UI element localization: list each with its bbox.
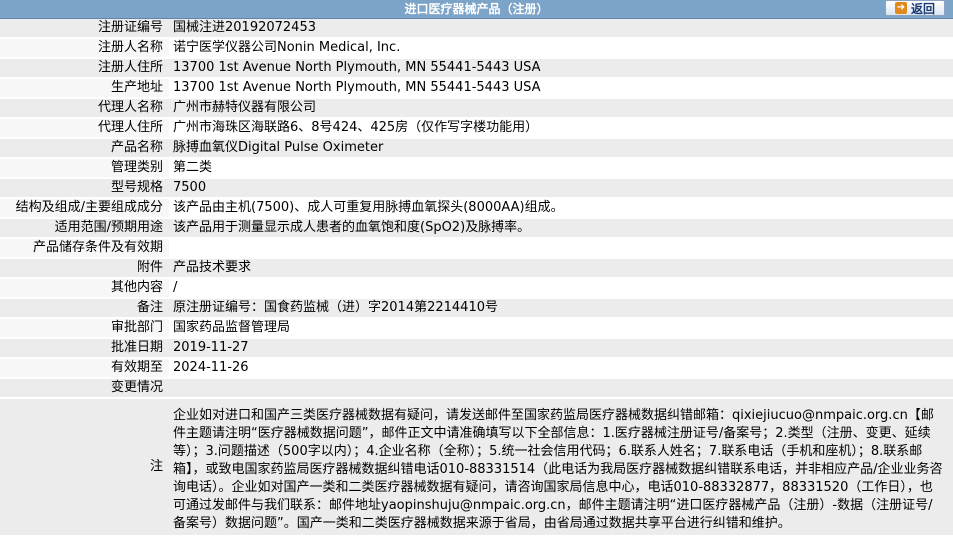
field-value: 2024-11-26 — [169, 358, 953, 379]
notes-paragraph: 企业如对进口和国产三类医疗器械数据有疑问，请发送邮件至国家药监局医疗器械数据纠错… — [173, 408, 943, 531]
table-row: 代理人名称 广州市赫特仪器有限公司 — [0, 98, 953, 119]
field-value: 第二类 — [169, 158, 953, 179]
table-row: 附件 产品技术要求 — [0, 258, 953, 279]
field-label: 附件 — [0, 258, 169, 279]
field-label: 注册人住所 — [0, 58, 169, 79]
back-button-label: 返回 — [910, 1, 935, 16]
table-row: 批准日期 2019-11-27 — [0, 338, 953, 359]
table-row: 有效期至 2024-11-26 — [0, 358, 953, 379]
table-row: 注册人住所 13700 1st Avenue North Plymouth, M… — [0, 58, 953, 79]
field-value: 脉搏血氧仪Digital Pulse Oximeter — [169, 138, 953, 159]
table-row: 生产地址 13700 1st Avenue North Plymouth, MN… — [0, 78, 953, 99]
back-arrow-icon: ➜ — [894, 2, 907, 14]
field-value: 该产品由主机(7500)、成人可重复用脉搏血氧探头(8000AA)组成。 — [169, 198, 953, 219]
field-value: 该产品用于测量显示成人患者的血氧饱和度(SpO2)及脉搏率。 — [169, 218, 953, 239]
field-label: 产品名称 — [0, 138, 169, 159]
table-row: 结构及组成/主要组成成分 该产品由主机(7500)、成人可重复用脉搏血氧探头(8… — [0, 198, 953, 219]
table-row: 型号规格 7500 — [0, 178, 953, 199]
field-label: 注册证编号 — [0, 19, 169, 39]
field-value: 产品技术要求 — [169, 258, 953, 279]
field-value: 诺宁医学仪器公司Nonin Medical, Inc. — [169, 38, 953, 59]
field-value: 广州市赫特仪器有限公司 — [169, 98, 953, 119]
notes-text: 企业如对进口和国产三类医疗器械数据有疑问，请发送邮件至国家药监局医疗器械数据纠错… — [169, 398, 953, 537]
field-label: 备注 — [0, 298, 169, 319]
title-bar: 进口医疗器械产品（注册） ➜ 返回 — [0, 0, 953, 19]
field-label: 审批部门 — [0, 318, 169, 339]
field-value: / — [169, 278, 953, 299]
field-label: 代理人住所 — [0, 118, 169, 139]
notes-row: 注 企业如对进口和国产三类医疗器械数据有疑问，请发送邮件至国家药监局医疗器械数据… — [0, 398, 953, 537]
page-title: 进口医疗器械产品（注册） — [404, 2, 549, 16]
table-row: 产品储存条件及有效期 — [0, 238, 953, 259]
table-row: 注册人名称 诺宁医学仪器公司Nonin Medical, Inc. — [0, 38, 953, 59]
field-value: 广州市海珠区海联路6、8号424、425房（仅作写字楼功能用） — [169, 118, 953, 139]
field-label: 生产地址 — [0, 78, 169, 99]
table-row: 产品名称 脉搏血氧仪Digital Pulse Oximeter — [0, 138, 953, 159]
field-label: 管理类别 — [0, 158, 169, 179]
field-value — [169, 378, 953, 399]
field-value: 7500 — [169, 178, 953, 199]
back-button[interactable]: ➜ 返回 — [885, 0, 945, 16]
detail-table: 注册证编号 国械注进20192072453 注册人名称 诺宁医学仪器公司Noni… — [0, 19, 953, 537]
table-row: 变更情况 — [0, 378, 953, 399]
table-row: 其他内容 / — [0, 278, 953, 299]
field-label: 其他内容 — [0, 278, 169, 299]
field-value: 原注册证编号：国食药监械（进）字2014第2214410号 — [169, 298, 953, 319]
field-label: 注册人名称 — [0, 38, 169, 59]
field-value — [169, 238, 953, 259]
field-label: 批准日期 — [0, 338, 169, 359]
field-value: 国械注进20192072453 — [169, 19, 953, 39]
field-label: 适用范围/预期用途 — [0, 218, 169, 239]
field-value: 国家药品监督管理局 — [169, 318, 953, 339]
field-label: 结构及组成/主要组成成分 — [0, 198, 169, 219]
field-value: 13700 1st Avenue North Plymouth, MN 5544… — [169, 58, 953, 79]
field-value: 13700 1st Avenue North Plymouth, MN 5544… — [169, 78, 953, 99]
field-label: 代理人名称 — [0, 98, 169, 119]
field-label: 有效期至 — [0, 358, 169, 379]
table-row: 备注 原注册证编号：国食药监械（进）字2014第2214410号 — [0, 298, 953, 319]
field-value: 2019-11-27 — [169, 338, 953, 359]
table-row: 注册证编号 国械注进20192072453 — [0, 19, 953, 39]
field-label: 变更情况 — [0, 378, 169, 399]
field-label: 型号规格 — [0, 178, 169, 199]
table-row: 适用范围/预期用途 该产品用于测量显示成人患者的血氧饱和度(SpO2)及脉搏率。 — [0, 218, 953, 239]
field-label: 产品储存条件及有效期 — [0, 238, 169, 259]
table-row: 管理类别 第二类 — [0, 158, 953, 179]
notes-label: 注 — [0, 398, 169, 537]
table-row: 代理人住所 广州市海珠区海联路6、8号424、425房（仅作写字楼功能用） — [0, 118, 953, 139]
table-row: 审批部门 国家药品监督管理局 — [0, 318, 953, 339]
